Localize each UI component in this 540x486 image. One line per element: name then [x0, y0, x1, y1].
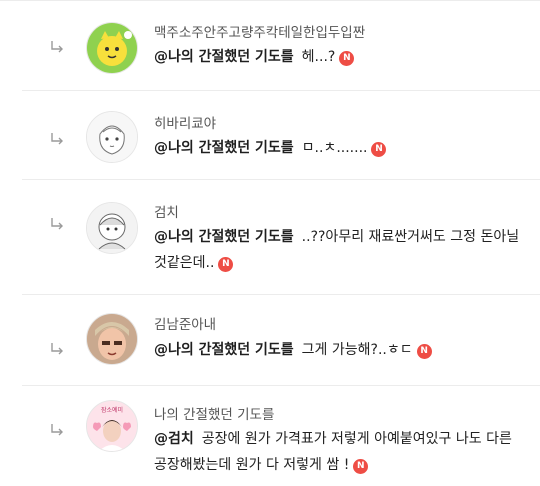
comment-body: @나의 간절했던 기도를 ㅁ..ㅊ....... N — [154, 135, 524, 161]
avatar[interactable]: 잠소예미 — [86, 400, 138, 452]
comment-body: @나의 간절했던 기도를 ..??아무리 재료싼거써도 그정 돈아닐것같은데.. N — [154, 224, 524, 276]
comment-nickname[interactable]: 나의 간절했던 기도를 — [154, 403, 274, 423]
new-badge: N — [416, 344, 432, 359]
drawn-character-avatar-icon — [87, 112, 137, 162]
avatar[interactable] — [86, 111, 138, 163]
new-badge: N — [339, 51, 355, 66]
comment-text: 그게 가능해?..ㅎㄷ — [301, 342, 413, 358]
mention-link[interactable]: @나의 간절했던 기도를 — [154, 140, 294, 156]
comment-nickname[interactable]: 히바리쿄야 — [154, 112, 216, 132]
comment-reply-4: 김남준아내 @나의 간절했던 기도를 그게 가능해?..ㅎㄷ N — [0, 295, 540, 385]
avatar[interactable] — [86, 22, 138, 74]
comment-text: 헤...? — [301, 49, 336, 65]
person-photo-avatar-icon — [87, 314, 137, 364]
mention-link[interactable]: @나의 간절했던 기도를 — [154, 342, 294, 358]
comment-body: @검치 공장에 원가 가격표가 저렇게 아예붙여있구 나도 다른공장해봤는데 원가… — [154, 426, 524, 478]
reply-arrow-icon — [51, 424, 63, 436]
new-badge: N — [371, 142, 387, 157]
sketch-character-avatar-icon — [87, 203, 137, 253]
pink-photo-avatar-icon: 잠소예미 — [87, 401, 137, 451]
comment-text: ㅁ..ㅊ....... — [301, 140, 368, 156]
reply-arrow-icon — [51, 133, 63, 145]
reply-arrow-icon — [51, 218, 63, 230]
yellow-character-avatar-icon — [87, 23, 137, 73]
mention-link[interactable]: @나의 간절했던 기도를 — [154, 229, 294, 245]
comment-reply-1: 맥주소주안주고량주칵테일한입두입짠 @나의 간절했던 기도를 헤...? N — [0, 0, 540, 90]
mention-link[interactable]: @나의 간절했던 기도를 — [154, 49, 294, 65]
comment-reply-2: 히바리쿄야 @나의 간절했던 기도를 ㅁ..ㅊ....... N — [0, 91, 540, 179]
comment-nickname[interactable]: 검치 — [154, 201, 179, 221]
comment-body: @나의 간절했던 기도를 헤...? N — [154, 44, 524, 70]
new-badge: N — [218, 257, 234, 272]
comment-reply-5: 잠소예미 나의 간절했던 기도를 @검치 공장에 원가 가격표가 저렇게 아예붙여… — [0, 386, 540, 486]
comment-reply-3: 검치 @나의 간절했던 기도를 ..??아무리 재료싼거써도 그정 돈아닐것같은데… — [0, 180, 540, 294]
mention-link[interactable]: @검치 — [154, 431, 194, 447]
reply-arrow-icon — [51, 343, 63, 355]
new-badge: N — [353, 459, 369, 474]
comment-body: @나의 간절했던 기도를 그게 가능해?..ㅎㄷ N — [154, 337, 524, 363]
reply-arrow-icon — [51, 41, 63, 53]
avatar[interactable] — [86, 202, 138, 254]
comment-nickname[interactable]: 김남준아내 — [154, 313, 216, 333]
avatar-label: 잠소예미 — [101, 406, 123, 414]
comment-nickname[interactable]: 맥주소주안주고량주칵테일한입두입짠 — [154, 21, 365, 41]
avatar[interactable] — [86, 313, 138, 365]
comment-text: 공장에 원가 가격표가 저렇게 아예붙여있구 나도 다른공장해봤는데 원가 다 … — [154, 431, 512, 473]
